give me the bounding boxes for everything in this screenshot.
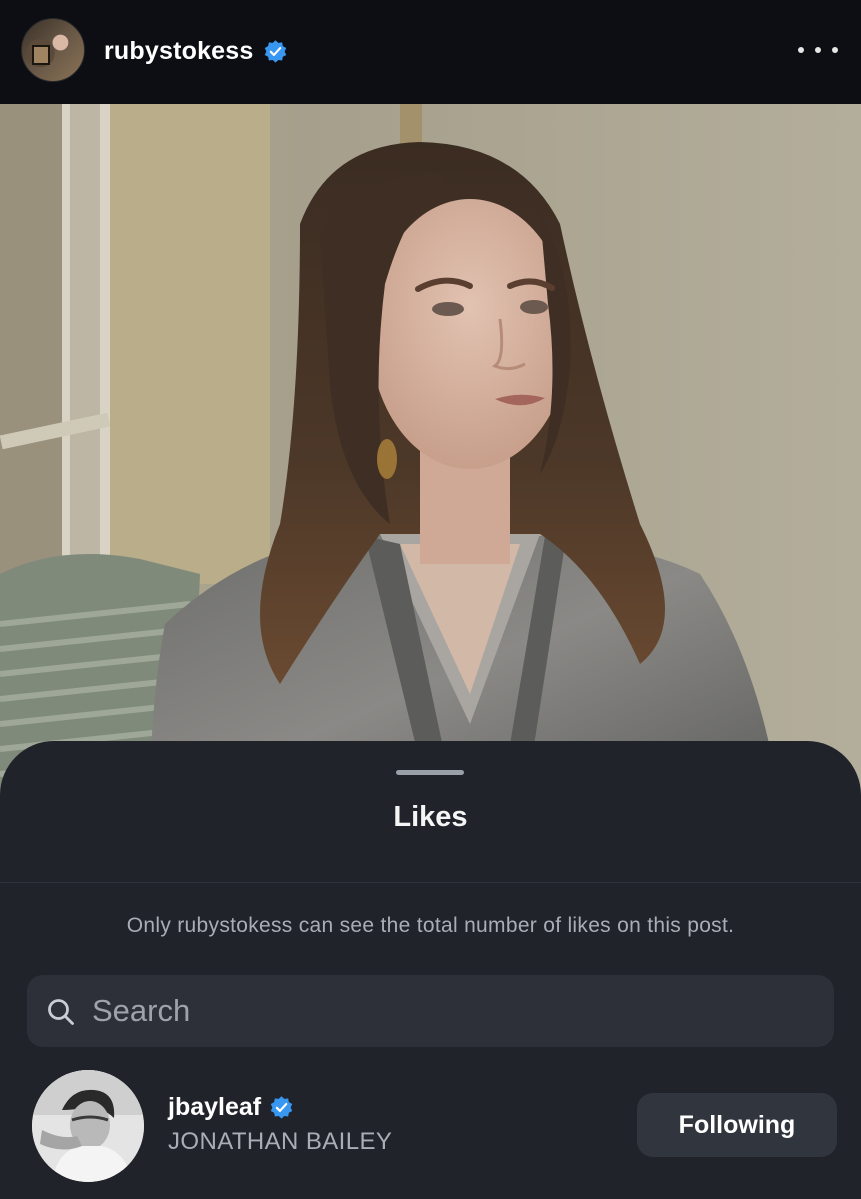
- sheet-drag-handle[interactable]: [396, 770, 464, 775]
- liker-full-name: JONATHAN BAILEY: [168, 1128, 393, 1155]
- more-dot-icon: [815, 47, 821, 53]
- like-list-item[interactable]: jbayleaf JONATHAN BAILEY Following: [0, 1065, 861, 1185]
- sheet-divider: [0, 882, 861, 883]
- likes-privacy-notice: Only rubystokess can see the total numbe…: [126, 914, 735, 937]
- more-options-button[interactable]: [798, 36, 838, 64]
- post-author-username[interactable]: rubystokess: [104, 37, 254, 66]
- liker-avatar[interactable]: [32, 1070, 144, 1182]
- post-photo-illustration: [0, 104, 861, 804]
- avatar-photo-detail: [32, 45, 50, 65]
- more-dot-icon: [832, 47, 838, 53]
- more-dot-icon: [798, 47, 804, 53]
- following-button[interactable]: Following: [637, 1093, 837, 1157]
- verified-badge-icon: [264, 39, 286, 63]
- likes-sheet: Likes Only rubystokess can see the total…: [0, 741, 861, 1199]
- search-input[interactable]: [92, 975, 812, 1047]
- liker-username-row[interactable]: jbayleaf: [168, 1090, 294, 1124]
- post-author-avatar[interactable]: [21, 18, 85, 82]
- search-field[interactable]: [27, 975, 834, 1047]
- liker-username[interactable]: jbayleaf: [168, 1093, 261, 1122]
- post-photo[interactable]: [0, 104, 861, 804]
- liker-avatar-photo: [32, 1070, 144, 1182]
- instagram-post-screen: rubystokess Likes Only rubystokess can s…: [0, 0, 861, 1199]
- post-header: rubystokess: [0, 0, 861, 104]
- post-author-row[interactable]: rubystokess: [104, 34, 288, 68]
- sheet-title: Likes: [393, 801, 468, 833]
- verified-badge-icon: [270, 1095, 293, 1119]
- search-icon: [48, 999, 74, 1025]
